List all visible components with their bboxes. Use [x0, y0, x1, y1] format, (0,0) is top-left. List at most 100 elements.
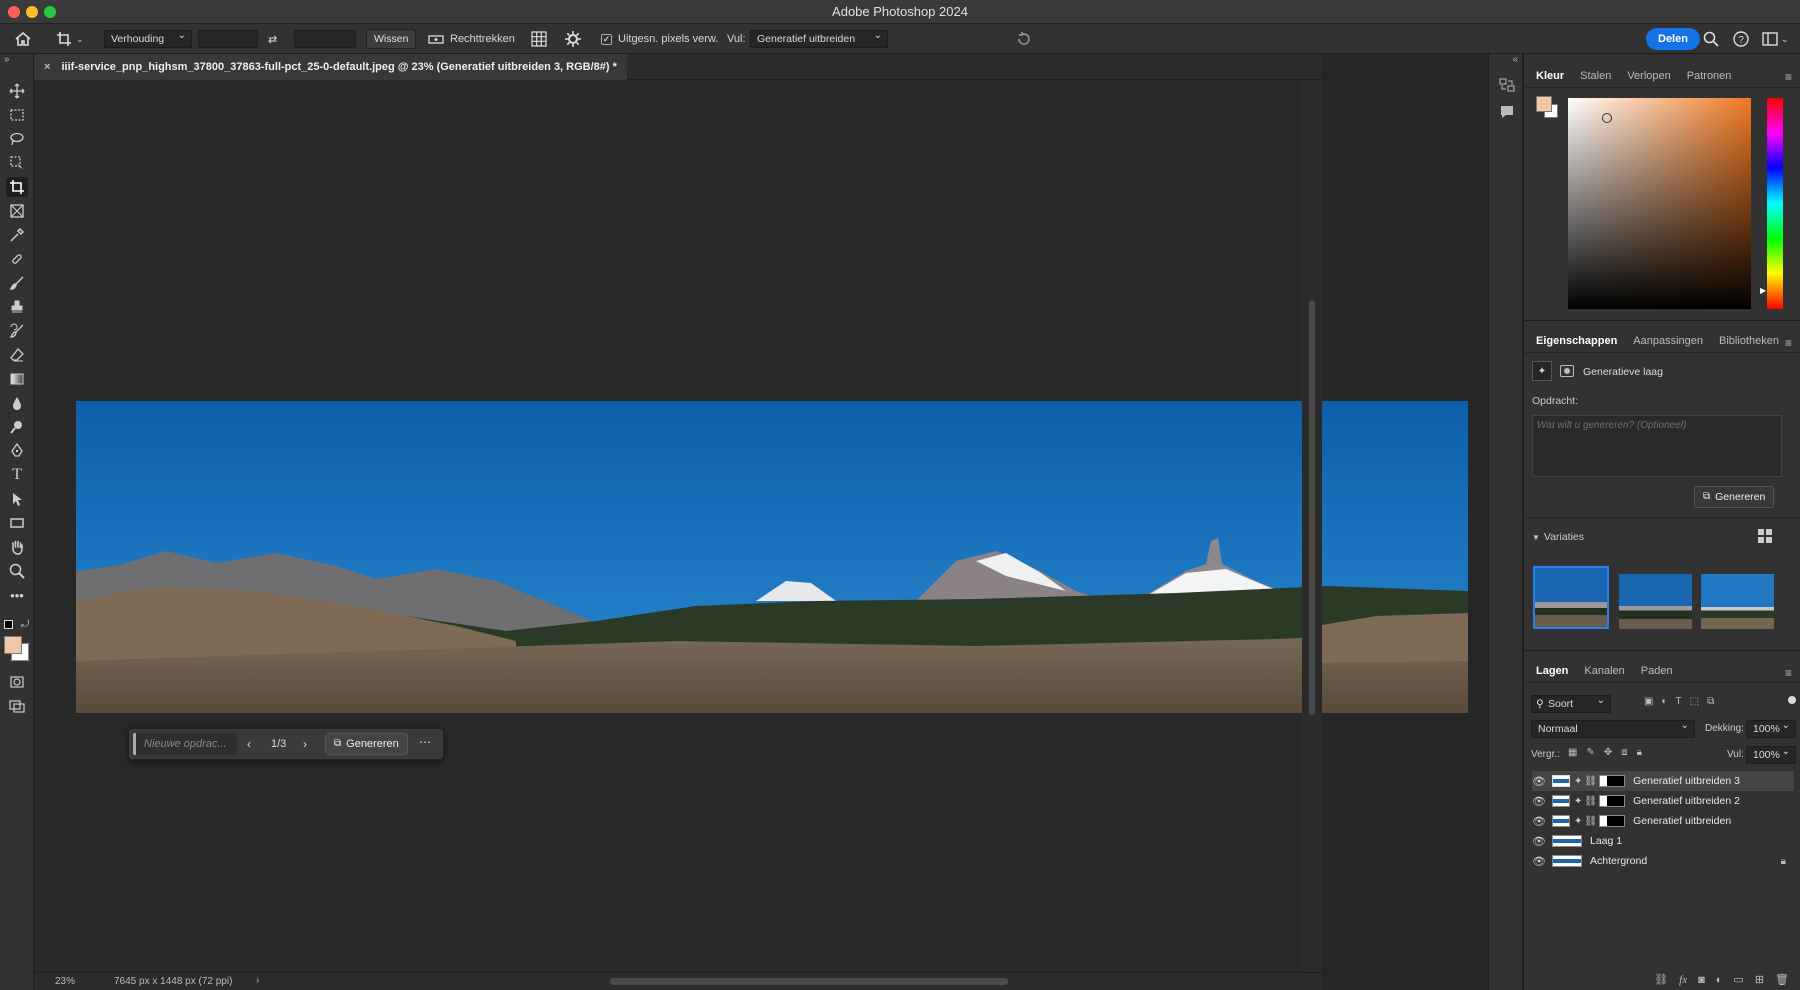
tab-libraries[interactable]: Bibliotheken	[1711, 329, 1787, 353]
lock-transparency-icon[interactable]: ▦	[1568, 747, 1577, 758]
zoom-tool-icon[interactable]	[6, 561, 28, 581]
rectangle-tool-icon[interactable]	[6, 513, 28, 533]
lock-icon[interactable]: 🔒︎	[1781, 856, 1786, 867]
filter-smart-object-icon[interactable]: ⧉	[1707, 696, 1714, 707]
home-icon[interactable]	[14, 29, 32, 49]
eye-icon[interactable]: 👁︎	[1532, 835, 1546, 848]
properties-generate-button[interactable]: ⧉ Genereren	[1694, 486, 1775, 508]
path-selection-tool-icon[interactable]	[6, 489, 28, 509]
add-mask-icon[interactable]: ◙	[1698, 974, 1705, 986]
tab-patterns[interactable]: Patronen	[1679, 64, 1740, 88]
status-arrow-icon[interactable]: ›	[256, 975, 259, 986]
tab-properties[interactable]: Eigenschappen	[1528, 329, 1625, 353]
type-tool-icon[interactable]: T	[6, 465, 28, 485]
layer-row[interactable]: 👁︎ ✦ ⛓︎ Generatief uitbreiden	[1532, 811, 1794, 831]
more-tools-icon[interactable]: •••	[6, 585, 28, 605]
object-selection-tool-icon[interactable]	[6, 153, 28, 173]
color-picker-handle[interactable]	[1602, 113, 1612, 123]
lock-artboard-icon[interactable]: ⧈	[1621, 747, 1627, 758]
close-window-button[interactable]	[8, 6, 20, 18]
width-field[interactable]	[198, 30, 258, 48]
lock-pixels-icon[interactable]: ✎	[1586, 747, 1594, 758]
variation-thumbnail-1[interactable]	[1533, 566, 1609, 629]
tab-channels[interactable]: Kanalen	[1576, 659, 1632, 683]
lock-all-icon[interactable]: 🔒︎	[1637, 747, 1642, 758]
tab-gradients[interactable]: Verlopen	[1619, 64, 1678, 88]
ratio-select[interactable]: Verhouding	[104, 28, 192, 48]
variation-thumbnail-3[interactable]	[1701, 574, 1774, 629]
document-tab[interactable]: × iiif-service_pnp_highsm_37800_37863-fu…	[34, 54, 627, 80]
minimize-window-button[interactable]	[26, 6, 38, 18]
link-icon[interactable]: ⛓︎	[1584, 776, 1597, 787]
collapse-icon[interactable]: »	[4, 54, 10, 65]
tab-adjustments[interactable]: Aanpassingen	[1625, 329, 1711, 353]
eye-icon[interactable]: 👁︎	[1532, 855, 1546, 868]
gear-icon[interactable]	[565, 29, 581, 49]
layer-filter-select[interactable]: ⚲ Soort	[1531, 693, 1611, 713]
foreground-color-swatch[interactable]	[4, 636, 22, 654]
fx-icon[interactable]: fx	[1679, 974, 1687, 986]
variation-thumbnail-2[interactable]	[1619, 574, 1692, 629]
tab-swatches[interactable]: Stalen	[1572, 64, 1619, 88]
layer-row[interactable]: 👁︎ Laag 1	[1532, 831, 1794, 851]
filter-toggle[interactable]	[1788, 696, 1796, 704]
previous-variation-icon[interactable]: ‹	[247, 737, 251, 751]
lasso-tool-icon[interactable]	[6, 129, 28, 149]
search-icon[interactable]	[1703, 29, 1719, 49]
crop-tool-icon[interactable]	[6, 177, 28, 197]
stamp-tool-icon[interactable]	[6, 297, 28, 317]
layers-panel-menu-icon[interactable]: ≡	[1785, 666, 1792, 680]
fill-select[interactable]: Generatief uitbreiden	[750, 28, 888, 48]
fill-field[interactable]: 100%	[1746, 744, 1796, 764]
default-colors-icon[interactable]	[4, 620, 13, 629]
eye-icon[interactable]: 👁︎	[1532, 815, 1546, 828]
link-layers-icon[interactable]: ⛓︎	[1654, 973, 1668, 986]
history-panel-icon[interactable]	[1499, 77, 1515, 96]
panorama-image[interactable]	[76, 401, 1468, 713]
new-group-icon[interactable]: ▭	[1733, 973, 1743, 986]
blend-mode-select[interactable]: Normaal	[1531, 718, 1695, 738]
generate-button[interactable]: ⧉ Genereren	[325, 733, 408, 755]
overlay-grid-icon[interactable]	[531, 29, 547, 49]
prompt-textarea[interactable]: Wat wilt u genereren? (Optioneel)	[1532, 415, 1782, 477]
layer-row[interactable]: 👁︎ ✦ ⛓︎ Generatief uitbreiden 2	[1532, 791, 1794, 811]
tab-layers[interactable]: Lagen	[1528, 659, 1576, 683]
next-variation-icon[interactable]: ›	[303, 737, 307, 751]
lock-position-icon[interactable]: ✥	[1604, 747, 1612, 758]
mask-icon[interactable]	[1560, 365, 1574, 377]
gradient-tool-icon[interactable]	[6, 369, 28, 389]
pen-tool-icon[interactable]	[6, 441, 28, 461]
hue-slider[interactable]	[1767, 98, 1783, 309]
canvas-area[interactable]: Nieuwe opdrac... ‹ 1/3 › ⧉ Genereren ⋯	[34, 80, 1468, 972]
grid-view-icon[interactable]	[1758, 529, 1772, 546]
eraser-tool-icon[interactable]	[6, 345, 28, 365]
properties-panel-menu-icon[interactable]: ≡	[1785, 336, 1792, 350]
vertical-scroll-thumb[interactable]	[1309, 300, 1315, 715]
layer-mask-thumbnail[interactable]	[1599, 775, 1626, 787]
layer-mask-thumbnail[interactable]	[1599, 795, 1626, 807]
adjustment-layer-icon[interactable]: ◐	[1716, 974, 1723, 986]
link-icon[interactable]: ⛓︎	[1584, 816, 1597, 827]
history-brush-tool-icon[interactable]	[6, 321, 28, 341]
new-layer-icon[interactable]: ⊞	[1755, 973, 1764, 986]
height-field[interactable]	[294, 30, 356, 48]
link-icon[interactable]: ⛓︎	[1584, 796, 1597, 807]
comments-panel-icon[interactable]	[1499, 104, 1515, 123]
vertical-scrollbar[interactable]	[1302, 80, 1322, 972]
prompt-input[interactable]: Nieuwe opdrac...	[133, 733, 237, 755]
color-panel-menu-icon[interactable]: ≡	[1785, 70, 1792, 84]
opacity-field[interactable]: 100%	[1746, 718, 1796, 738]
marquee-tool-icon[interactable]	[6, 105, 28, 125]
filter-pixel-icon[interactable]: ▣	[1644, 696, 1653, 707]
clear-button[interactable]: Wissen	[366, 29, 417, 49]
layer-mask-thumbnail[interactable]	[1599, 815, 1626, 827]
horizontal-scroll-thumb[interactable]	[610, 978, 1008, 985]
hand-tool-icon[interactable]	[6, 537, 28, 557]
frame-tool-icon[interactable]	[6, 201, 28, 221]
crop-tool-preset-icon[interactable]: ⌄	[56, 29, 84, 49]
hue-slider-handle[interactable]: ▶	[1760, 286, 1766, 295]
expand-panels-icon[interactable]: «	[1512, 54, 1518, 65]
tab-color[interactable]: Kleur	[1528, 64, 1572, 88]
move-tool-icon[interactable]	[6, 81, 28, 101]
screen-mode-icon[interactable]	[6, 696, 28, 716]
